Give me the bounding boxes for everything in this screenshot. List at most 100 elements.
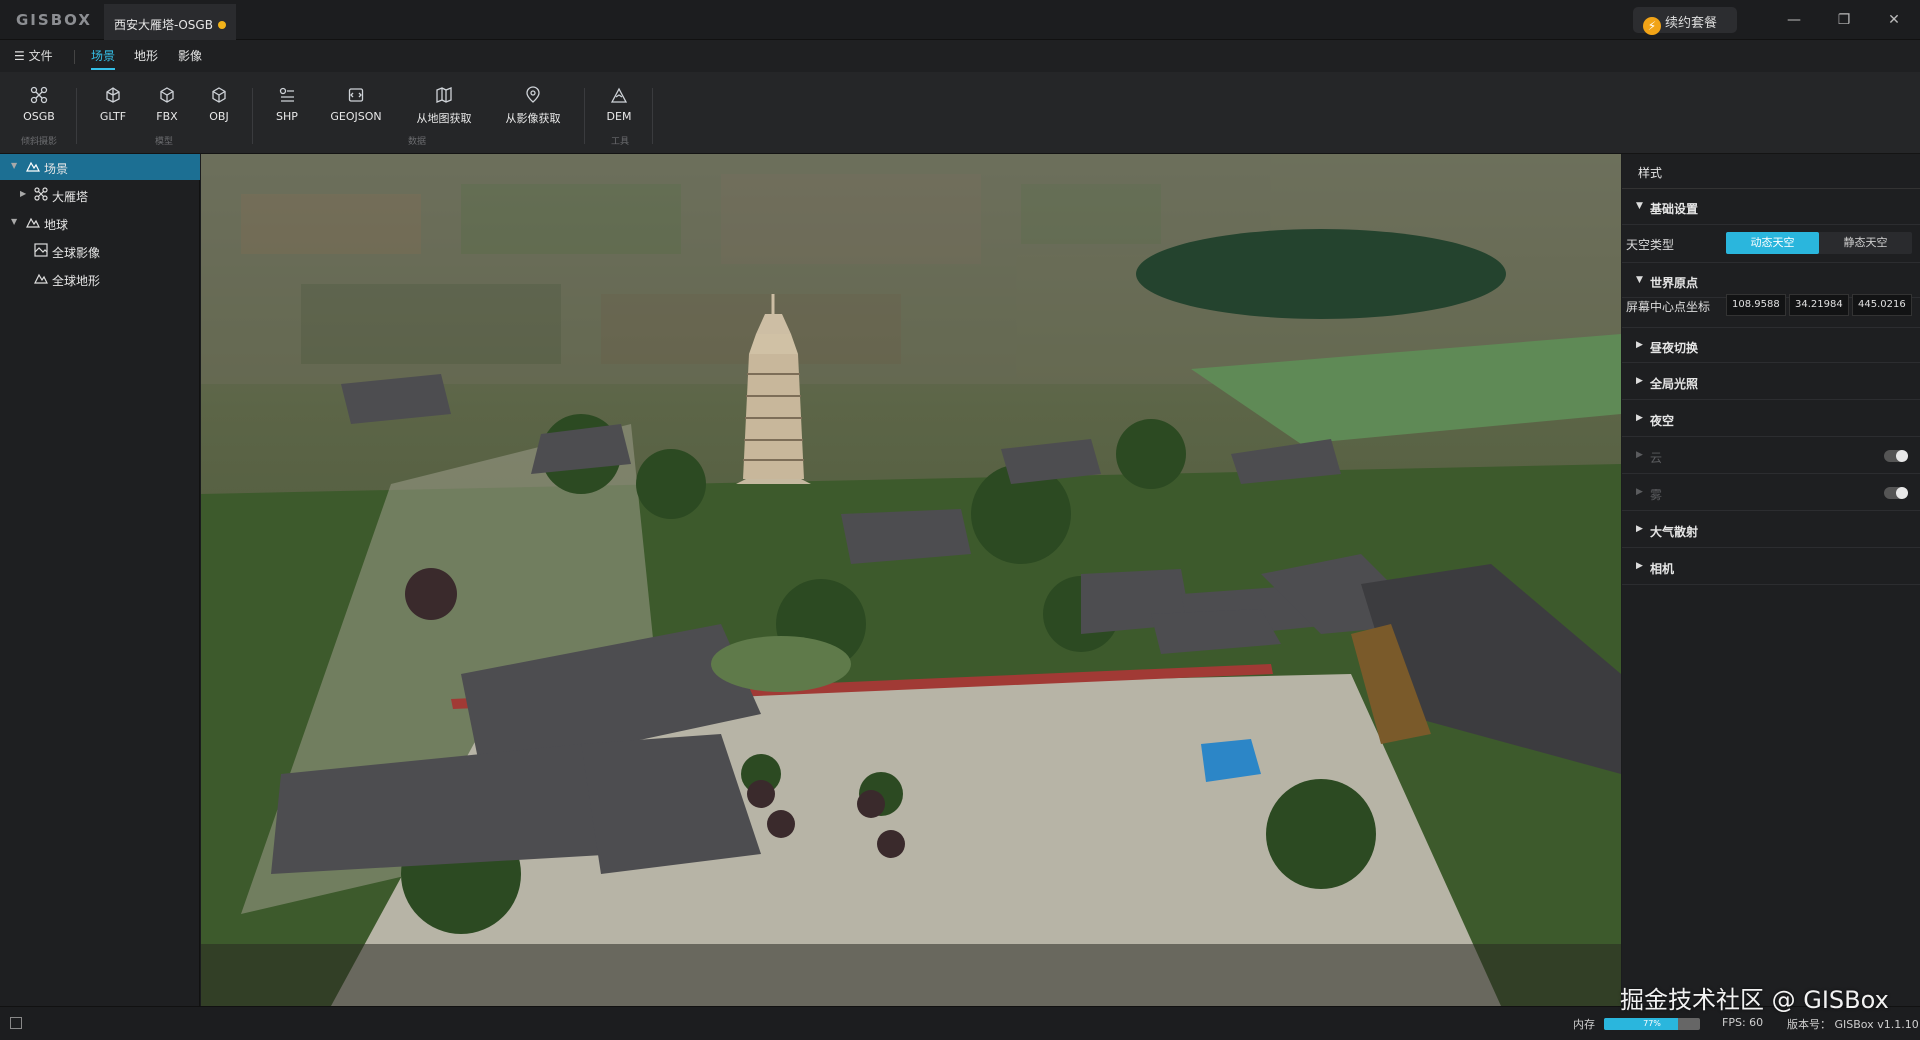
chevron-right-icon: ▶ (1636, 413, 1643, 423)
app-logo: GISBOX (16, 11, 92, 29)
static-sky-option[interactable]: 静态天空 (1819, 232, 1912, 254)
gisbox-app: GISBOX 西安大雁塔-OSGB ⚡ 续约套餐 — ❐ ✕ ☰ 文件 场景 地形… (0, 0, 1920, 1040)
section-cloud: ▶ 云 (1622, 438, 1920, 474)
obj-button[interactable]: OBJ (205, 86, 233, 123)
gltf-button[interactable]: GLTF (98, 86, 128, 123)
section-day-night[interactable]: ▶ 昼夜切换 (1622, 327, 1920, 363)
center-lon-input[interactable]: 108.9588 (1726, 294, 1786, 316)
minimize-icon[interactable]: — (1774, 6, 1814, 34)
geojson-button[interactable]: GEOJSON (327, 86, 385, 123)
osgb-label: OSGB (23, 110, 55, 123)
chevron-right-icon: ▶ (1636, 487, 1643, 497)
fetch-from-map-button[interactable]: 从地图获取 (412, 86, 476, 126)
restore-icon[interactable]: ❐ (1824, 6, 1864, 34)
section-atmosphere[interactable]: ▶ 大气散射 (1622, 512, 1920, 548)
renew-plan-label: 续约套餐 (1665, 16, 1718, 31)
memory-percent: 77% (1643, 1019, 1661, 1028)
chevron-down-icon: ▼ (1636, 275, 1643, 285)
tree-item-global-imagery[interactable]: 全球影像 (0, 238, 200, 264)
fps-readout: FPS: 60 (1722, 1016, 1764, 1029)
menu-divider (74, 50, 75, 64)
menu-bar: ☰ 文件 场景 地形 影像 (0, 40, 1920, 72)
section-title: 相机 (1650, 562, 1675, 576)
section-camera[interactable]: ▶ 相机 (1622, 549, 1920, 585)
section-global-lighting[interactable]: ▶ 全局光照 (1622, 364, 1920, 400)
section-title: 大气散射 (1650, 525, 1699, 539)
scene-tree-panel: ▼ 场景 ▶ 大雁塔 ▼ 地球 全球影像 全球地形 (0, 154, 200, 1006)
shp-icon (279, 87, 294, 102)
document-tab-label: 西安大雁塔-OSGB (114, 18, 213, 32)
chevron-right-icon: ▶ (1636, 524, 1643, 534)
fog-toggle[interactable] (1884, 487, 1908, 499)
section-title: 夜空 (1650, 414, 1675, 428)
scene-icon (26, 161, 40, 172)
tree-item-label: 地球 (44, 218, 69, 232)
3d-viewport[interactable] (201, 154, 1621, 1006)
section-world-origin[interactable]: ▼ 世界原点 (1622, 262, 1920, 298)
sky-type-label: 天空类型 (1626, 238, 1675, 252)
tree-item-label: 全球地形 (52, 274, 101, 288)
tree-item-globe[interactable]: ▼ 地球 (0, 210, 200, 236)
renew-plan-button[interactable]: ⚡ 续约套餐 (1633, 7, 1737, 35)
section-fog: ▶ 雾 (1622, 475, 1920, 511)
version-label: 版本号： GISBox v1.1.10 (1787, 1018, 1919, 1031)
dynamic-sky-option[interactable]: 动态天空 (1726, 232, 1819, 254)
tree-item-scene[interactable]: ▼ 场景 (0, 154, 200, 180)
toolbar-divider (76, 88, 77, 144)
map-fetch-icon (436, 87, 452, 103)
tab-scene[interactable]: 场景 (91, 47, 116, 70)
shp-label: SHP (276, 110, 298, 123)
chevron-right-icon[interactable]: ▶ (20, 189, 26, 198)
fetch-from-imagery-label: 从影像获取 (505, 112, 561, 125)
bolt-icon: ⚡ (1643, 17, 1661, 35)
memory-label: 内存 (1573, 1018, 1595, 1031)
dem-label: DEM (606, 110, 632, 123)
tab-imagery[interactable]: 影像 (178, 47, 202, 64)
unsaved-dot-icon (218, 21, 226, 29)
group-label-oblique: 倾斜摄影 (21, 137, 58, 147)
log-icon[interactable] (10, 1017, 22, 1029)
dem-button[interactable]: DEM (604, 86, 634, 123)
obj-label: OBJ (209, 110, 229, 123)
file-menu[interactable]: ☰ 文件 (14, 47, 53, 64)
aerial-scene-image (201, 154, 1621, 1006)
chevron-down-icon[interactable]: ▼ (11, 161, 17, 170)
shp-button[interactable]: SHP (273, 86, 301, 123)
toolbar-divider (584, 88, 585, 144)
fetch-from-imagery-button[interactable]: 从影像获取 (501, 86, 565, 126)
tab-terrain[interactable]: 地形 (134, 47, 158, 64)
chevron-right-icon: ▶ (1636, 561, 1643, 571)
tree-item-label: 大雁塔 (52, 190, 89, 204)
tree-item-global-terrain[interactable]: 全球地形 (0, 266, 200, 292)
chevron-right-icon: ▶ (1636, 376, 1643, 386)
properties-panel: 样式 ▼ 基础设置 天空类型 动态天空 静态天空 ▼ 世界原点 屏幕中心点坐标 … (1622, 154, 1920, 1006)
close-icon[interactable]: ✕ (1874, 6, 1914, 34)
section-basic-settings[interactable]: ▼ 基础设置 (1622, 189, 1920, 225)
imagery-icon (34, 243, 48, 257)
dem-icon (610, 87, 628, 103)
section-title: 全局光照 (1650, 377, 1699, 391)
osgb-button[interactable]: OSGB (22, 86, 56, 123)
fbx-label: FBX (156, 110, 178, 123)
tree-item-label: 场景 (44, 162, 69, 176)
section-title: 云 (1650, 451, 1663, 465)
memory-progress-bar: 77% (1604, 1018, 1700, 1030)
chevron-down-icon[interactable]: ▼ (11, 217, 17, 226)
fetch-from-map-label: 从地图获取 (416, 112, 472, 125)
center-lat-input[interactable]: 34.21984 (1789, 294, 1849, 316)
section-night-sky[interactable]: ▶ 夜空 (1622, 401, 1920, 437)
section-title: 基础设置 (1650, 202, 1699, 216)
tree-item-dayanta[interactable]: ▶ 大雁塔 (0, 182, 200, 208)
tab-style[interactable]: 样式 (1638, 164, 1662, 181)
sky-type-segmented-control: 动态天空 静态天空 (1726, 232, 1912, 254)
chevron-right-icon: ▶ (1636, 340, 1643, 350)
group-label-data: 数据 (408, 137, 427, 147)
fbx-button[interactable]: FBX (154, 86, 180, 123)
center-height-input[interactable]: 445.0216 (1852, 294, 1912, 316)
section-title: 昼夜切换 (1650, 341, 1699, 355)
document-tab[interactable]: 西安大雁塔-OSGB (104, 4, 236, 40)
gltf-icon (106, 87, 120, 103)
geojson-label: GEOJSON (330, 110, 382, 123)
gltf-label: GLTF (99, 110, 127, 123)
cloud-toggle[interactable] (1884, 450, 1908, 462)
